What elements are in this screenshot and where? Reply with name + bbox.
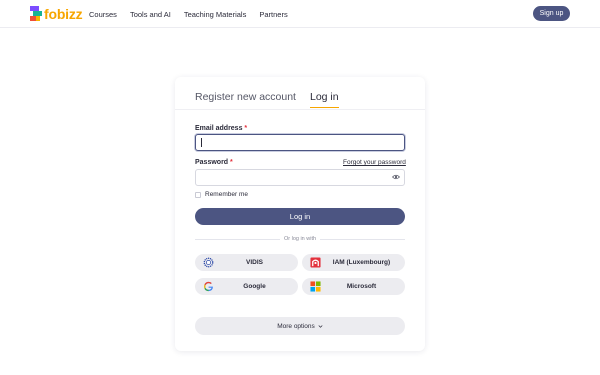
email-required-mark: * — [244, 125, 248, 132]
forgot-password-link[interactable]: Forgot your password — [343, 159, 406, 166]
iam-luxembourg-icon — [310, 257, 321, 268]
logo-text: fobizz — [44, 6, 83, 22]
show-password-eye-icon[interactable] — [392, 174, 400, 180]
password-required-mark: * — [230, 159, 233, 166]
or-line-left — [195, 238, 280, 240]
google-label: Google — [243, 283, 266, 290]
google-login-button[interactable]: Google — [195, 278, 298, 295]
iam-luxembourg-login-button[interactable]: IAM (Luxembourg) — [302, 254, 405, 271]
nav-partners[interactable]: Partners — [259, 10, 287, 19]
more-options-label: More options — [277, 322, 315, 330]
or-login-with-text: Or log in with — [283, 236, 317, 242]
email-label: Email address * — [195, 125, 247, 132]
password-label: Password * — [195, 159, 233, 166]
fobizz-logo[interactable]: fobizz — [30, 5, 83, 23]
iam-luxembourg-label: IAM (Luxembourg) — [332, 259, 391, 266]
email-label-text: Email address — [195, 125, 243, 132]
remember-me-toggle[interactable]: Remember me — [195, 191, 248, 198]
password-label-text: Password — [195, 159, 229, 166]
remember-me-label: Remember me — [205, 191, 248, 198]
login-card: Register new account Log in Email addres… — [175, 77, 425, 351]
or-divider: Or log in with — [195, 235, 406, 243]
microsoft-label: Microsoft — [346, 283, 377, 290]
tab-divider — [175, 109, 425, 110]
nav-tools-and-ai[interactable]: Tools and AI — [130, 10, 171, 19]
chevron-down-icon — [318, 324, 323, 328]
remember-me-checkbox[interactable] — [195, 191, 201, 198]
tab-login[interactable]: Log in — [309, 91, 339, 108]
nav-teaching-materials[interactable]: Teaching Materials — [184, 10, 247, 19]
password-field[interactable] — [195, 169, 405, 186]
fobizz-logo-mark-icon — [30, 6, 42, 22]
text-caret — [201, 138, 202, 147]
signup-button[interactable]: Sign up — [533, 6, 570, 21]
email-field[interactable] — [195, 134, 405, 151]
vidis-login-button[interactable]: VIDIS — [195, 254, 298, 271]
vidis-icon — [203, 257, 214, 268]
tab-register[interactable]: Register new account — [195, 91, 296, 104]
nav-courses[interactable]: Courses — [89, 10, 117, 19]
vidis-label: VIDIS — [246, 259, 263, 266]
auth-tabs: Register new account Log in — [195, 91, 353, 109]
microsoft-icon — [310, 281, 321, 292]
main-nav: Courses Tools and AI Teaching Materials … — [89, 0, 301, 28]
login-button[interactable]: Log in — [195, 208, 405, 225]
microsoft-login-button[interactable]: Microsoft — [302, 278, 405, 295]
google-icon — [204, 281, 213, 292]
or-line-right — [320, 238, 406, 240]
top-navbar: fobizz Courses Tools and AI Teaching Mat… — [0, 0, 600, 28]
more-options-button[interactable]: More options — [195, 317, 405, 335]
